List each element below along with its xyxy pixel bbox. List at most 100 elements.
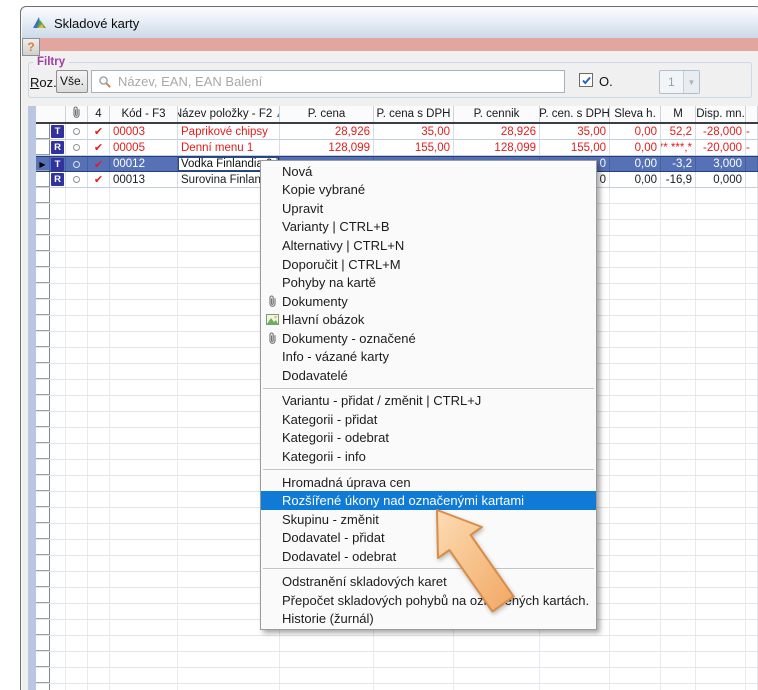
menu-item[interactable]: Variantu - přidat / změnit | CTRL+J — [261, 392, 596, 411]
cell-disp[interactable]: 0,000 — [696, 172, 746, 187]
cell-check[interactable]: ✔ — [88, 157, 110, 171]
cell-pcena[interactable]: 128,099 — [280, 140, 374, 155]
cell-sleva[interactable]: 0,00 — [610, 172, 661, 187]
cell-row-marker[interactable]: ▶ — [36, 157, 50, 171]
menu-item[interactable]: Kategorii - info — [261, 447, 596, 466]
empty-cell — [36, 252, 50, 267]
cell-check[interactable]: ✔ — [88, 140, 110, 155]
header-disp-mn[interactable]: Disp. mn. — [696, 106, 746, 122]
cell-row-type[interactable]: R — [50, 140, 66, 155]
cell-m[interactable]: ** ***,* — [661, 140, 696, 155]
o-checkbox[interactable] — [579, 73, 593, 87]
cell-sleva[interactable]: 0,00 — [610, 124, 661, 139]
cell-attachment[interactable] — [66, 124, 88, 139]
menu-item[interactable]: Dokumenty - označené — [261, 329, 596, 348]
help-button[interactable]: ? — [22, 38, 40, 56]
cell-disp[interactable]: -28,000 — [696, 124, 746, 139]
cell-code[interactable]: 00005 — [110, 140, 178, 155]
header-attachment[interactable] — [66, 106, 88, 122]
cell-code[interactable]: 00003 — [110, 124, 178, 139]
header-check[interactable]: 4 — [88, 106, 110, 122]
cell-disp[interactable]: -20,000 — [696, 140, 746, 155]
cell-m[interactable]: -3,2 — [661, 157, 696, 171]
empty-row[interactable] — [36, 684, 758, 690]
roz-label[interactable]: Roz. — [30, 75, 57, 90]
menu-item[interactable]: Hromadná úprava cen — [261, 473, 596, 492]
cell-row-marker[interactable] — [36, 172, 50, 187]
cell-code[interactable]: 00013 — [110, 172, 178, 187]
cell-m[interactable]: 52,2 — [661, 124, 696, 139]
header-pcennik[interactable]: P. cennik — [454, 106, 540, 122]
header-code[interactable]: Kód - F3 — [110, 106, 178, 122]
header-m[interactable]: M — [661, 106, 696, 122]
empty-row[interactable] — [36, 668, 758, 684]
cell-pcen-s-dph[interactable]: 155,00 — [540, 140, 610, 155]
title-bar[interactable]: Skladové karty — [22, 8, 758, 39]
cell-extra[interactable] — [746, 172, 758, 187]
cell-attachment[interactable] — [66, 157, 88, 171]
vse-button[interactable]: Vše. — [56, 70, 88, 93]
cell-pcennik[interactable]: 28,926 — [454, 124, 540, 139]
menu-item[interactable]: Odstranění skladových karet — [261, 572, 596, 591]
cell-disp[interactable]: 3,000 — [696, 157, 746, 171]
header-name[interactable]: Název položky - F2 ▲ — [178, 106, 280, 122]
menu-item[interactable]: Dokumenty — [261, 292, 596, 311]
empty-row[interactable] — [36, 636, 758, 652]
cell-m[interactable]: -16,9 — [661, 172, 696, 187]
menu-item[interactable]: Kategorii - přidat — [261, 410, 596, 429]
menu-item[interactable]: Nová — [261, 162, 596, 181]
table-row[interactable]: T✔00003Paprikové chipsy28,92635,0028,926… — [36, 124, 758, 140]
empty-cell — [661, 652, 696, 667]
empty-cell — [746, 556, 758, 571]
menu-item[interactable]: Historie (žurnál) — [261, 610, 596, 629]
menu-item[interactable]: Dodavatelé — [261, 366, 596, 385]
cell-code[interactable]: 00012 — [110, 157, 178, 171]
table-row[interactable]: R✔00005Denní menu 1128,099155,00128,0991… — [36, 140, 758, 156]
cell-row-marker[interactable] — [36, 124, 50, 139]
menu-item[interactable]: Dodavatel - odebrat — [261, 547, 596, 566]
menu-item[interactable]: Hlavní obázok — [261, 310, 596, 329]
menu-item[interactable]: Info - vázané karty — [261, 347, 596, 366]
cell-attachment[interactable] — [66, 172, 88, 187]
cell-extra[interactable]: - — [746, 124, 758, 139]
cell-sleva[interactable]: 0,00 — [610, 157, 661, 171]
cell-row-marker[interactable] — [36, 140, 50, 155]
empty-cell — [110, 412, 178, 427]
header-marker[interactable] — [36, 106, 66, 122]
cell-extra[interactable]: - — [746, 140, 758, 155]
cell-extra[interactable] — [746, 157, 758, 171]
header-sleva[interactable]: Sleva h. — [610, 106, 661, 122]
chevron-down-icon[interactable]: ▼ — [683, 71, 699, 93]
cell-name[interactable]: Paprikové chipsy — [178, 124, 280, 139]
header-pcena[interactable]: P. cena — [280, 106, 374, 122]
cell-row-type[interactable]: T — [50, 157, 66, 171]
cell-pcena[interactable]: 28,926 — [280, 124, 374, 139]
cell-check[interactable]: ✔ — [88, 124, 110, 139]
empty-row[interactable] — [36, 652, 758, 668]
cell-pcena-dph[interactable]: 155,00 — [374, 140, 454, 155]
menu-item[interactable]: Varianty | CTRL+B — [261, 218, 596, 237]
menu-item[interactable]: Dodavatel - přidat — [261, 528, 596, 547]
menu-item[interactable]: Pohyby na kartě — [261, 273, 596, 292]
cell-row-type[interactable]: R — [50, 172, 66, 187]
cell-check[interactable]: ✔ — [88, 172, 110, 187]
menu-item[interactable]: Upravit — [261, 199, 596, 218]
cell-pcena-dph[interactable]: 35,00 — [374, 124, 454, 139]
cell-name[interactable]: Denní menu 1 — [178, 140, 280, 155]
menu-item[interactable]: Kopie vybrané — [261, 181, 596, 200]
search-input[interactable] — [92, 71, 564, 92]
cell-attachment[interactable] — [66, 140, 88, 155]
menu-item[interactable]: Kategorii - odebrat — [261, 429, 596, 448]
cell-sleva[interactable]: 0,00 — [610, 140, 661, 155]
menu-item[interactable]: Přepočet skladových pohybů na označených… — [261, 591, 596, 610]
page-combobox[interactable]: 1 ▼ — [659, 70, 700, 94]
header-pcen-s-dph[interactable]: P. cen. s DPH — [540, 106, 610, 122]
menu-item[interactable]: Doporučit | CTRL+M — [261, 255, 596, 274]
cell-pcen-s-dph[interactable]: 35,00 — [540, 124, 610, 139]
menu-item-highlighted[interactable]: Rozšířené úkony nad označenými kartami — [261, 491, 596, 510]
cell-row-type[interactable]: T — [50, 124, 66, 139]
header-pcena-dph[interactable]: P. cena s DPH — [374, 106, 454, 122]
cell-pcennik[interactable]: 128,099 — [454, 140, 540, 155]
menu-item[interactable]: Skupinu - změnit — [261, 510, 596, 529]
menu-item[interactable]: Alternativy | CTRL+N — [261, 236, 596, 255]
